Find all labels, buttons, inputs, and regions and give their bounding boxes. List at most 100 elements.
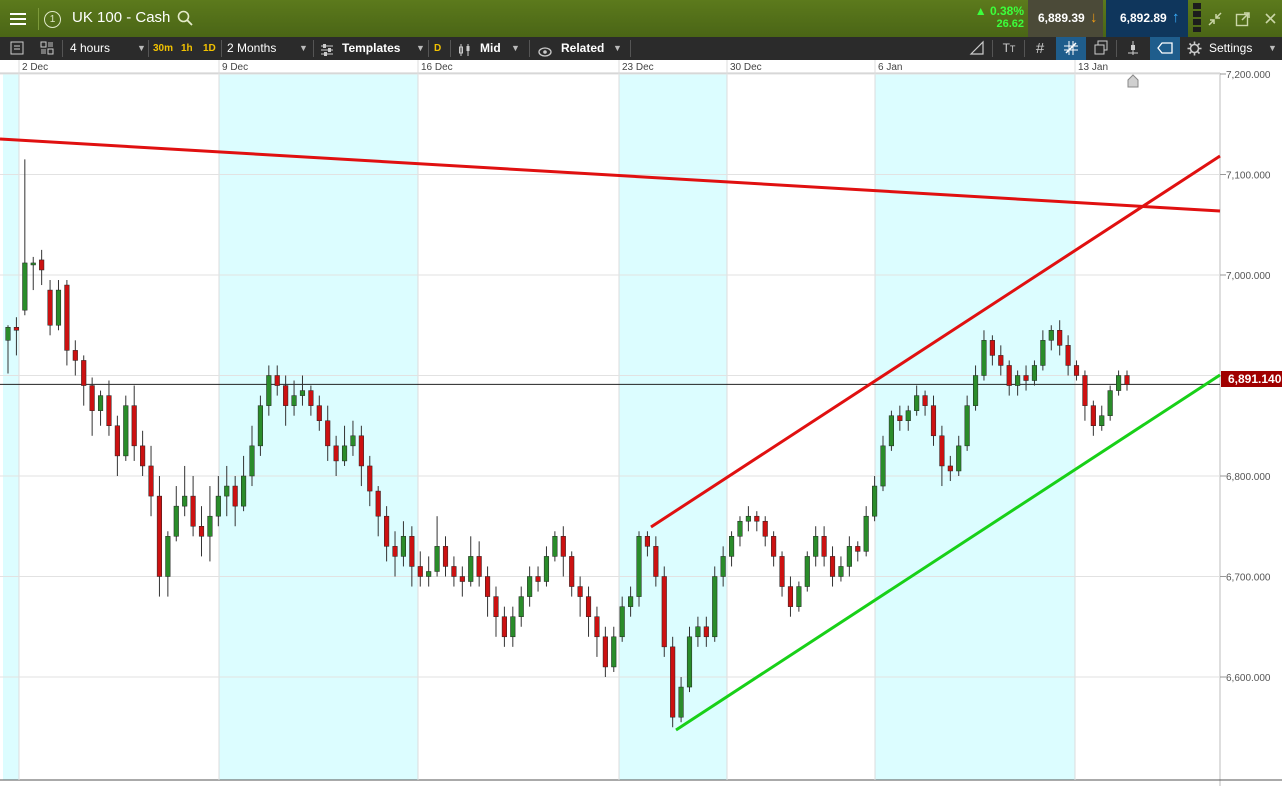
candle-body [695,626,701,638]
candle-body [737,520,743,537]
menu-button[interactable] [6,8,32,30]
candle-body [123,405,129,457]
candle-body [13,327,19,331]
date-label: 2 Dec [22,62,48,73]
candle-body [476,556,482,577]
candle-body [274,375,280,386]
chevron-down-icon: ▼ [511,43,520,53]
candle-body [316,405,322,421]
arrow-down-icon: ↓ [1090,9,1098,26]
buy-button[interactable]: 6,892.89 ↑ [1106,0,1188,37]
candle-body [888,415,894,447]
candle-body [367,465,373,492]
candle-body [922,395,928,406]
date-label: 16 Dec [421,62,453,73]
candle-body [838,566,844,577]
date-label: 30 Dec [730,62,762,73]
indicator-icon[interactable] [1122,37,1144,60]
related-menu[interactable]: Related ▼ [536,37,628,60]
candle-body [417,566,423,577]
candle-body [1048,330,1054,341]
candle-body [569,556,575,587]
candle-body [518,596,524,617]
candle-body [1023,375,1029,381]
price-type-select[interactable]: Mid ▼ [456,37,526,60]
interval-select[interactable]: 4 hours ▼ [66,37,146,60]
date-label: 13 Jan [1078,62,1108,73]
draw-line-icon[interactable] [966,37,988,60]
candle-body [140,445,146,467]
candle-body [249,445,255,477]
candle-body [644,536,650,547]
date-label: 23 Dec [622,62,654,73]
candle-body [232,485,238,507]
candle-body [468,556,474,582]
minimize-icon[interactable] [1207,11,1223,27]
candle-body [341,445,348,462]
candle-body [165,536,171,577]
candle-body [350,435,356,447]
candle-body [384,515,390,547]
candle-body [72,350,78,361]
candle-body [897,415,903,421]
shape-icon[interactable] [1150,37,1180,60]
layers-icon[interactable] [1090,37,1112,60]
candle-body [527,576,533,597]
candle-body [787,586,794,607]
candle-body [712,576,718,638]
candle-body [333,445,339,462]
candle-body [39,259,45,271]
text-tool-icon[interactable]: TT [997,37,1021,60]
candle-body [485,576,491,597]
candle-body [1099,415,1105,427]
candle-body [535,576,541,582]
chevron-down-icon: ▼ [137,43,146,53]
candle-body [400,536,406,557]
candle-body [510,616,516,638]
date-label: 6 Jan [878,62,902,73]
quick-interval-1h[interactable]: 1h [181,37,193,60]
templates-menu[interactable]: Templates ▼ [318,37,428,60]
instrument-title[interactable]: UK 100 - Cash [72,9,170,26]
layout-icon[interactable] [36,37,58,60]
candle-body [409,536,415,567]
candle-body [552,536,558,557]
candle-body [678,686,684,718]
price-chart[interactable]: 2 Dec 9 Dec 16 Dec 23 Dec 30 Dec 6 Jan 13 Jan … [0,60,1282,786]
settings-menu[interactable]: Settings ▼ [1185,37,1282,60]
arrow-up-icon: ↑ [1172,9,1180,26]
market-depth-indicator [1193,3,1201,34]
candle-body [872,485,878,517]
quick-interval-1d[interactable]: 1D [203,37,216,60]
chart-canvas[interactable]: 2 Dec 9 Dec 16 Dec 23 Dec 30 Dec 6 Jan 13 Jan … [0,60,1282,786]
alert-marker[interactable] [1127,74,1139,88]
candle-body [972,375,979,406]
candle-body [1116,375,1122,391]
candle-body [442,546,449,567]
grid-icon[interactable]: # [1029,37,1051,60]
link-group-button[interactable]: 1 [38,8,63,30]
candle-body [224,485,230,497]
chevron-down-icon: ▼ [1268,43,1277,53]
candle-body [771,536,777,557]
candle-body [577,586,583,597]
candle-body [611,636,617,668]
candle-body [1006,365,1012,386]
search-icon[interactable] [177,10,193,26]
candle-body [813,536,819,557]
candle-type-icon [458,42,472,56]
candle-body [459,576,465,582]
candle-body [670,646,676,718]
candle-body [257,405,263,447]
popout-icon[interactable] [1235,11,1251,27]
crosshair-icon[interactable] [1056,37,1086,60]
candle-body [1107,390,1113,416]
list-icon[interactable] [6,37,28,60]
candle-body [501,616,507,638]
range-select[interactable]: 2 Months ▼ [224,37,312,60]
quick-interval-30m[interactable]: 30m [153,37,173,60]
sell-button[interactable]: 6,889.39 ↓ [1028,0,1103,37]
close-icon[interactable] [1263,11,1279,27]
d-badge[interactable]: D [434,37,441,60]
candle-body [804,556,810,587]
